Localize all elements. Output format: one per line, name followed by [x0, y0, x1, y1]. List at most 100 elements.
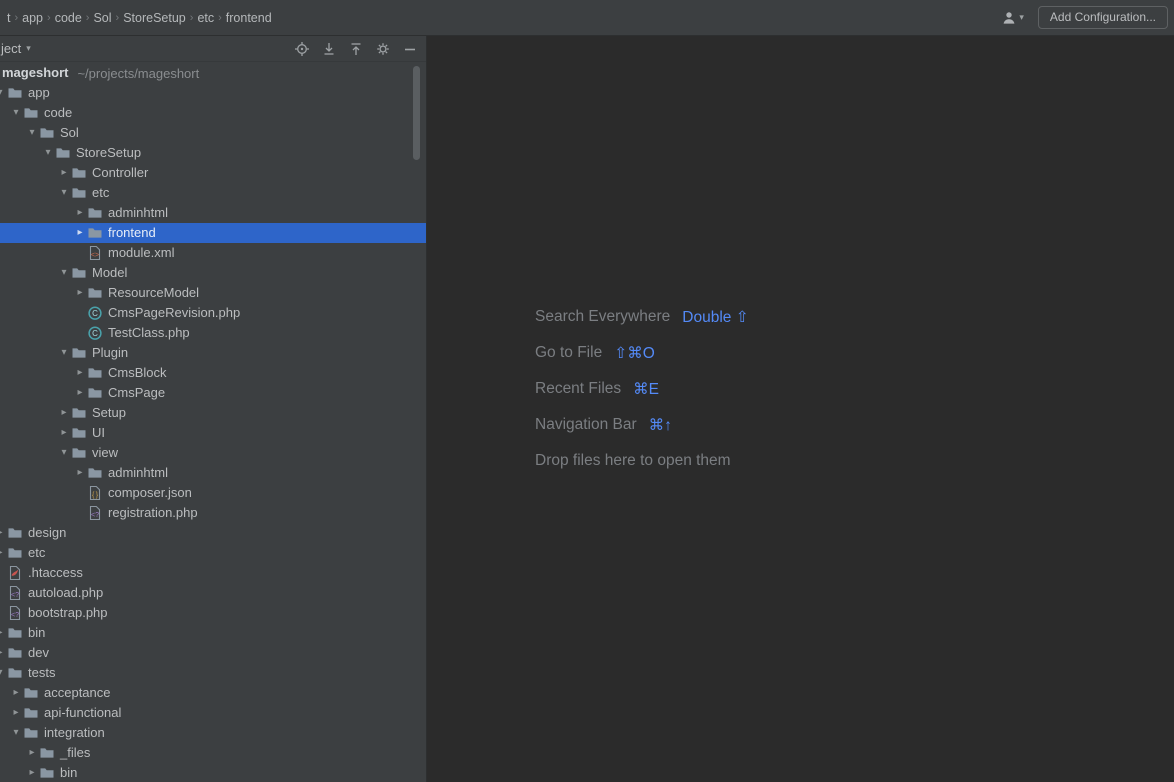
tree-row[interactable]: ▸ frontend	[0, 223, 426, 243]
svg-text:<>: <>	[91, 252, 99, 259]
chevron-right-icon[interactable]: ▸	[25, 743, 39, 763]
tree-row[interactable]: ▾ integration	[0, 723, 426, 743]
breadcrumb-item[interactable]: app	[17, 9, 48, 27]
chevron-right-icon[interactable]: ▸	[0, 523, 7, 543]
chevron-right-icon[interactable]: ▸	[73, 383, 87, 403]
chevron-right-icon[interactable]: ▸	[73, 283, 87, 303]
chevron-down-icon[interactable]: ▾	[0, 663, 7, 683]
chevron-right-icon[interactable]: ▸	[73, 203, 87, 223]
editor-area[interactable]: Search Everywhere Double ⇧ Go to File ⇧⌘O Re…	[427, 36, 1174, 782]
scrollbar-thumb[interactable]	[413, 66, 420, 160]
tree-row[interactable]: ▸ dev	[0, 643, 426, 663]
folder-icon	[7, 625, 23, 641]
folder-icon	[39, 765, 55, 781]
chevron-right-icon[interactable]: ▸	[57, 423, 71, 443]
breadcrumb-item[interactable]: etc	[192, 9, 219, 27]
hide-icon[interactable]	[402, 41, 418, 57]
tree-row[interactable]: ▸ ResourceModel	[0, 283, 426, 303]
tree-row[interactable]: ▸ bin	[0, 763, 426, 782]
chevron-down-icon[interactable]: ▾	[57, 343, 71, 363]
tree-row[interactable]: ▾ app	[0, 83, 426, 103]
tree-row[interactable]: ▸ adminhtml	[0, 463, 426, 483]
tree-row[interactable]: ▸ adminhtml	[0, 203, 426, 223]
chevron-right-icon[interactable]: ▸	[0, 543, 7, 563]
folder-icon	[23, 725, 39, 741]
tree-row[interactable]: ▸ design	[0, 523, 426, 543]
chevron-down-icon[interactable]: ▾	[9, 103, 23, 123]
tree-item-label: StoreSetup	[76, 145, 142, 160]
chevron-down-icon[interactable]: ▾	[41, 143, 55, 163]
settings-icon[interactable]	[375, 41, 391, 57]
tree-row[interactable]: C TestClass.php	[0, 323, 426, 343]
shortcut-keys: Double ⇧	[682, 308, 749, 326]
chevron-right-icon[interactable]: ▸	[73, 223, 87, 243]
chevron-right-icon[interactable]: ▸	[25, 763, 39, 782]
panel-actions	[294, 41, 418, 57]
tree-row[interactable]: .htaccess	[0, 563, 426, 583]
tree-row[interactable]: ▾ StoreSetup	[0, 143, 426, 163]
tree-row[interactable]: ▸ CmsPage	[0, 383, 426, 403]
breadcrumb-item[interactable]: t	[2, 9, 15, 27]
tree-row[interactable]: <? bootstrap.php	[0, 603, 426, 623]
tree-row[interactable]: ▾ Plugin	[0, 343, 426, 363]
tree-row[interactable]: ▾ Sol	[0, 123, 426, 143]
tree-row[interactable]: ▾ etc	[0, 183, 426, 203]
locate-icon[interactable]	[294, 41, 310, 57]
tree-row[interactable]: ▸ CmsBlock	[0, 363, 426, 383]
chevron-right-icon[interactable]: ▸	[0, 623, 7, 643]
htaccess-icon	[7, 565, 23, 581]
tree-row[interactable]: <> module.xml	[0, 243, 426, 263]
breadcrumb-item[interactable]: code	[50, 9, 87, 27]
chevron-right-icon[interactable]: ▸	[73, 363, 87, 383]
tree-row[interactable]: ▸ Controller	[0, 163, 426, 183]
tree-row[interactable]: ▾ view	[0, 443, 426, 463]
tree-row[interactable]: ▸ api-functional	[0, 703, 426, 723]
tree-row[interactable]: { } composer.json	[0, 483, 426, 503]
tree-row[interactable]: <? autoload.php	[0, 583, 426, 603]
tree-row[interactable]: mageshort ~/projects/mageshort	[0, 63, 426, 83]
chevron-down-icon[interactable]: ▾	[9, 723, 23, 743]
chevron-right-icon[interactable]: ▸	[0, 643, 7, 663]
tree-row[interactable]: ▾ Model	[0, 263, 426, 283]
add-configuration-button[interactable]: Add Configuration...	[1037, 6, 1168, 29]
chevron-right-icon[interactable]: ▸	[9, 703, 23, 723]
chevron-down-icon[interactable]: ▾	[57, 183, 71, 203]
expand-all-icon[interactable]	[321, 41, 337, 57]
chevron-down-icon[interactable]: ▾	[57, 443, 71, 463]
tree-row[interactable]: ▸ Setup	[0, 403, 426, 423]
collapse-all-icon[interactable]	[348, 41, 364, 57]
chevron-down-icon[interactable]: ▾	[25, 123, 39, 143]
chevron-right-icon[interactable]: ▸	[57, 163, 71, 183]
chevron-right-icon[interactable]: ▸	[9, 683, 23, 703]
tree-row[interactable]: <? registration.php	[0, 503, 426, 523]
user-menu[interactable]: ▾	[1001, 10, 1024, 26]
tree-row[interactable]: ▸ _files	[0, 743, 426, 763]
breadcrumb-item[interactable]: frontend	[221, 9, 277, 27]
tree-item-label: acceptance	[44, 685, 111, 700]
folder-icon	[71, 345, 87, 361]
tree-row[interactable]: ▸ etc	[0, 543, 426, 563]
tree-item-label: registration.php	[108, 505, 198, 520]
tree-row[interactable]: ▸ bin	[0, 623, 426, 643]
topbar-actions: ▾ Add Configuration...	[1001, 6, 1174, 29]
chevron-right-icon[interactable]: ▸	[57, 403, 71, 423]
breadcrumb-item[interactable]: StoreSetup	[118, 9, 191, 27]
chevron-down-icon[interactable]: ▾	[0, 83, 7, 103]
folder-icon	[87, 465, 103, 481]
shortcut-hint: Navigation Bar ⌘↑	[535, 407, 749, 443]
tree-row[interactable]: ▸ acceptance	[0, 683, 426, 703]
chevron-down-icon[interactable]: ▾	[57, 263, 71, 283]
tree-item-label: dev	[28, 645, 49, 660]
tree-row[interactable]: ▾ tests	[0, 663, 426, 683]
tree-row[interactable]: ▸ UI	[0, 423, 426, 443]
tree-row[interactable]: ▾ code	[0, 103, 426, 123]
project-panel-header: ject ▾	[0, 36, 426, 62]
tool-window-title-dropdown[interactable]: ject ▾	[0, 41, 31, 56]
tree-row[interactable]: C CmsPageRevision.php	[0, 303, 426, 323]
breadcrumb-item[interactable]: Sol	[88, 9, 116, 27]
shortcut-keys: ⌘↑	[648, 416, 672, 434]
tree-item-label: bootstrap.php	[28, 605, 108, 620]
chevron-right-icon[interactable]: ▸	[73, 463, 87, 483]
tree-item-label: composer.json	[108, 485, 192, 500]
shortcut-hint: Search Everywhere Double ⇧	[535, 299, 749, 335]
